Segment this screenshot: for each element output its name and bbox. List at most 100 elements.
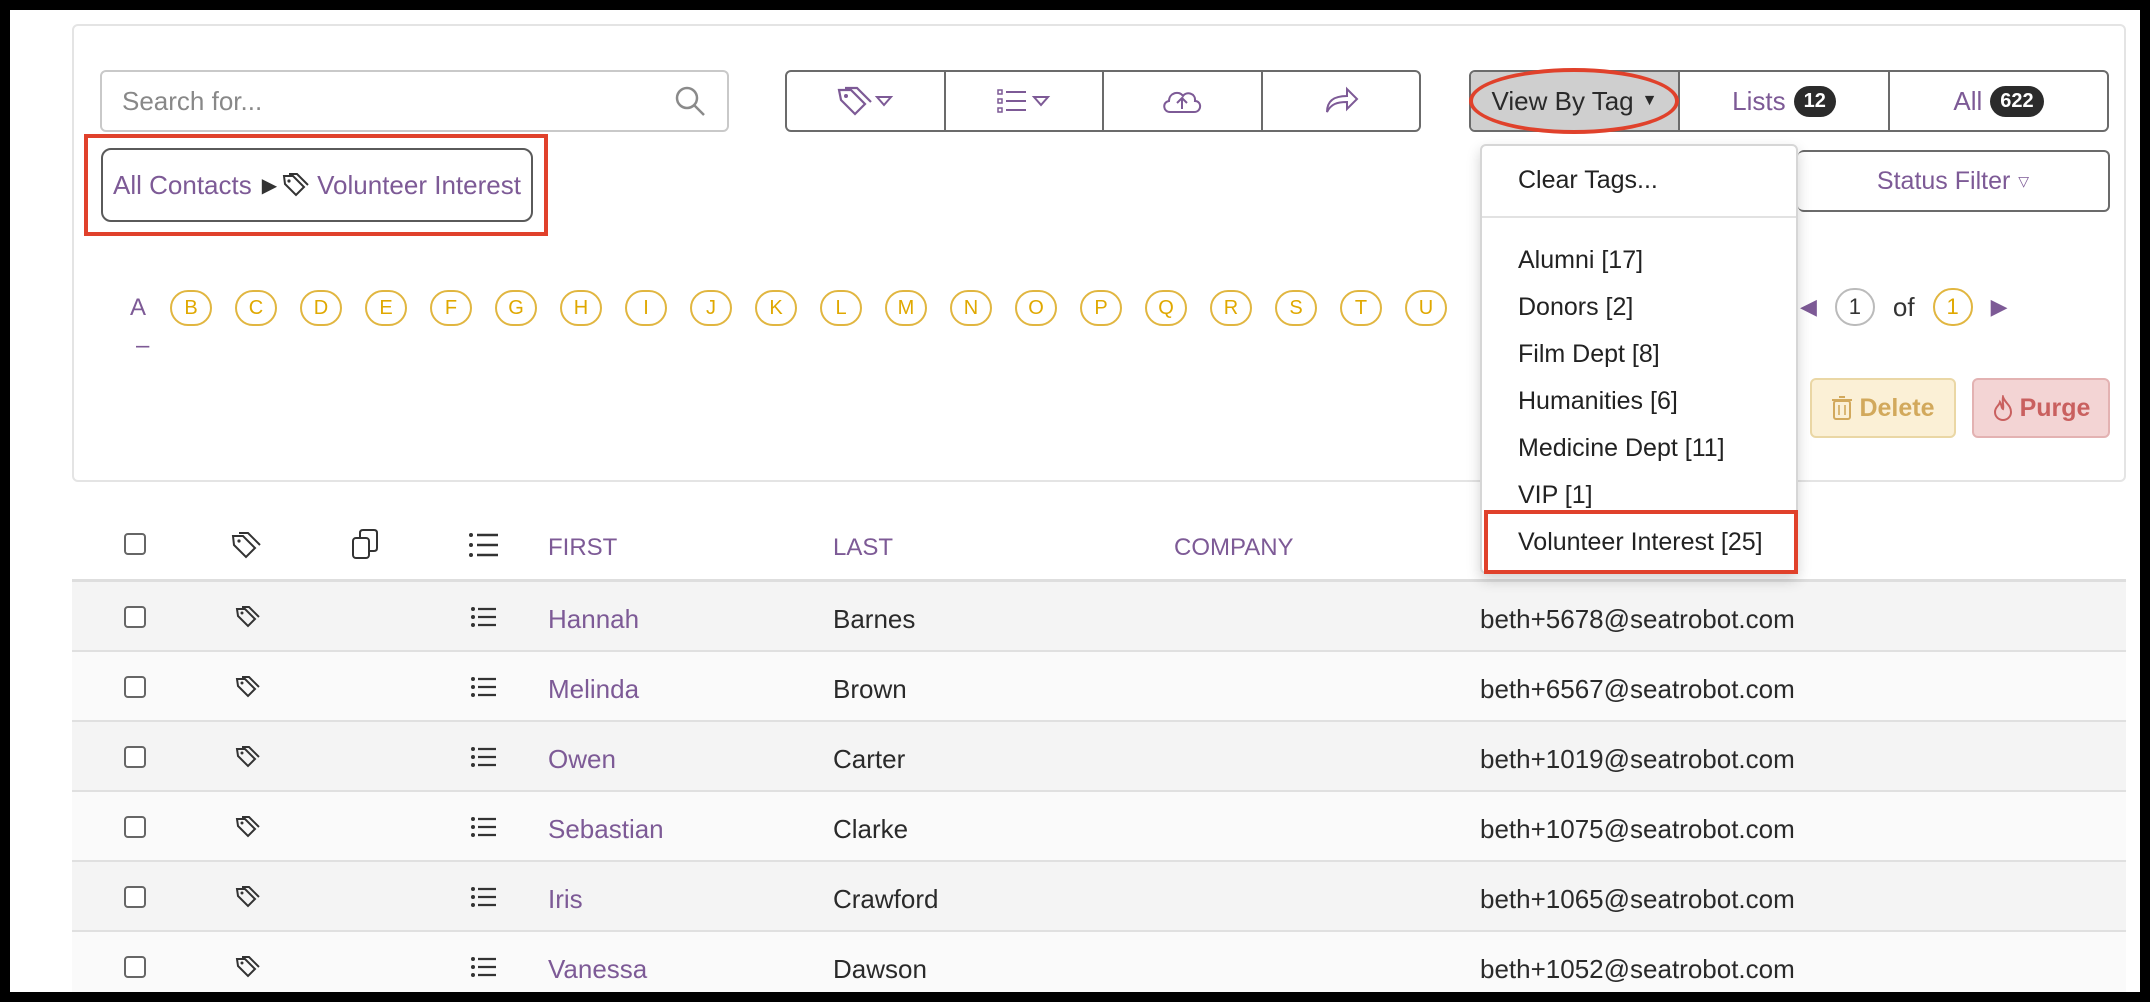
all-count-badge: 622 [1990,85,2044,117]
letter-button[interactable]: L [820,290,862,326]
row-checkbox[interactable] [124,816,146,838]
first-name-link[interactable]: Vanessa [548,954,647,985]
search-button[interactable] [653,70,729,132]
letter-button[interactable]: E [365,290,407,326]
letter-button[interactable]: N [950,290,992,326]
column-header-last[interactable]: LAST [833,534,893,562]
table-row[interactable]: Melinda Brown beth+6567@seatrobot.com [72,652,2126,722]
highlight-box-menu-item [1484,510,1798,574]
total-pages[interactable]: 1 [1932,288,1973,326]
pager-of-label: of [1892,291,1915,322]
row-checkbox[interactable] [124,886,146,908]
letter-button[interactable]: J [690,290,732,326]
menu-divider [1482,216,1796,218]
row-checkbox[interactable] [124,746,146,768]
tag-icon[interactable] [234,814,262,840]
tag-menu-item[interactable]: VIP [1] [1518,481,1593,510]
all-button[interactable]: All 622 [1890,72,2107,130]
search-input[interactable]: Search for... [100,70,655,132]
tag-icon[interactable] [234,884,262,910]
toolbar-button-group [785,70,1421,132]
letter-button[interactable]: D [300,290,342,326]
letter-button[interactable]: Q [1145,290,1187,326]
next-page-icon[interactable]: ▶ [1991,294,2008,320]
table-row[interactable]: Owen Carter beth+1019@seatrobot.com [72,722,2126,792]
tag-dropdown-button[interactable] [787,72,946,130]
row-checkbox[interactable] [124,956,146,978]
tag-icon[interactable] [234,604,262,630]
tag-menu-item[interactable]: Alumni [17] [1518,246,1643,275]
list-icon[interactable] [470,745,498,769]
first-name-link[interactable]: Sebastian [548,814,664,845]
table-row[interactable]: Vanessa Dawson beth+1052@seatrobot.com [72,932,2126,992]
list-icon[interactable] [470,885,498,909]
copy-icon [352,529,378,559]
last-name: Dawson [833,954,927,984]
app-window: Search for... View By Tag ▼ Lists 12 All… [10,10,2140,992]
first-name-link[interactable]: Owen [548,744,616,775]
list-dropdown-button[interactable] [946,72,1104,130]
letter-button[interactable]: T [1340,290,1382,326]
search-icon [675,86,705,116]
trash-icon [1832,396,1853,420]
caret-down-icon: ▼ [1641,92,1658,109]
purge-button[interactable]: Purge [1972,378,2110,438]
tags-icon [837,86,894,116]
letter-button[interactable]: R [1210,290,1252,326]
view-selector-group: View By Tag ▼ Lists 12 All 622 [1469,70,2109,132]
letter-button[interactable]: U [1405,290,1447,326]
column-header-company[interactable]: COMPANY [1174,534,1294,562]
last-name: Brown [833,674,907,704]
current-page[interactable]: 1 [1834,288,1875,326]
status-filter-button[interactable]: Status Filter ▽ [1798,150,2110,212]
first-name-link[interactable]: Iris [548,884,583,915]
list-icon[interactable] [470,675,498,699]
first-name-link[interactable]: Melinda [548,674,639,705]
letter-active[interactable]: A [130,294,160,322]
letter-button[interactable]: I [625,290,667,326]
row-checkbox[interactable] [124,676,146,698]
tag-menu-item[interactable]: Donors [2] [1518,293,1633,322]
letter-button[interactable]: O [1015,290,1057,326]
table-row[interactable]: Sebastian Clarke beth+1075@seatrobot.com [72,792,2126,862]
letter-other[interactable]: – [136,332,149,360]
tag-menu-item[interactable]: Humanities [6] [1518,387,1678,416]
tag-menu-item[interactable]: Film Dept [8] [1518,340,1660,369]
letter-button[interactable]: B [170,290,212,326]
table-row[interactable]: Iris Crawford beth+1065@seatrobot.com [72,862,2126,932]
lists-button[interactable]: Lists 12 [1680,72,1890,130]
delete-button[interactable]: Delete [1810,378,1956,438]
prev-page-icon[interactable]: ◀ [1800,294,1817,320]
highlight-box-breadcrumb [84,134,548,236]
tag-icon[interactable] [234,744,262,770]
table-row[interactable]: Hannah Barnes beth+5678@seatrobot.com [72,582,2126,652]
view-by-tag-button[interactable]: View By Tag ▼ [1471,72,1680,130]
list-icon[interactable] [470,815,498,839]
clear-tags-item[interactable]: Clear Tags... [1518,166,1658,195]
letter-button[interactable]: P [1080,290,1122,326]
column-header-first[interactable]: FIRST [548,534,617,562]
select-all-checkbox[interactable] [124,533,146,555]
letter-button[interactable]: G [495,290,537,326]
letter-button[interactable]: C [235,290,277,326]
list-icon[interactable] [470,955,498,979]
row-checkbox[interactable] [124,606,146,628]
table-header: FIRST LAST COMPANY [72,508,2126,582]
upload-button[interactable] [1104,72,1263,130]
tag-icon[interactable] [234,674,262,700]
letter-button[interactable]: F [430,290,472,326]
letter-button[interactable]: M [885,290,927,326]
share-icon [1325,86,1359,113]
tag-icon[interactable] [234,954,262,980]
last-name: Crawford [833,884,939,914]
first-name-link[interactable]: Hannah [548,604,639,635]
email: beth+1065@seatrobot.com [1480,884,1795,914]
letter-button[interactable]: H [560,290,602,326]
email: beth+1052@seatrobot.com [1480,954,1795,984]
list-icon[interactable] [470,605,498,629]
letter-button[interactable]: K [755,290,797,326]
letter-button[interactable]: S [1275,290,1317,326]
tag-menu-item[interactable]: Medicine Dept [11] [1518,434,1725,463]
share-button[interactable] [1263,72,1420,130]
last-name: Carter [833,744,906,774]
